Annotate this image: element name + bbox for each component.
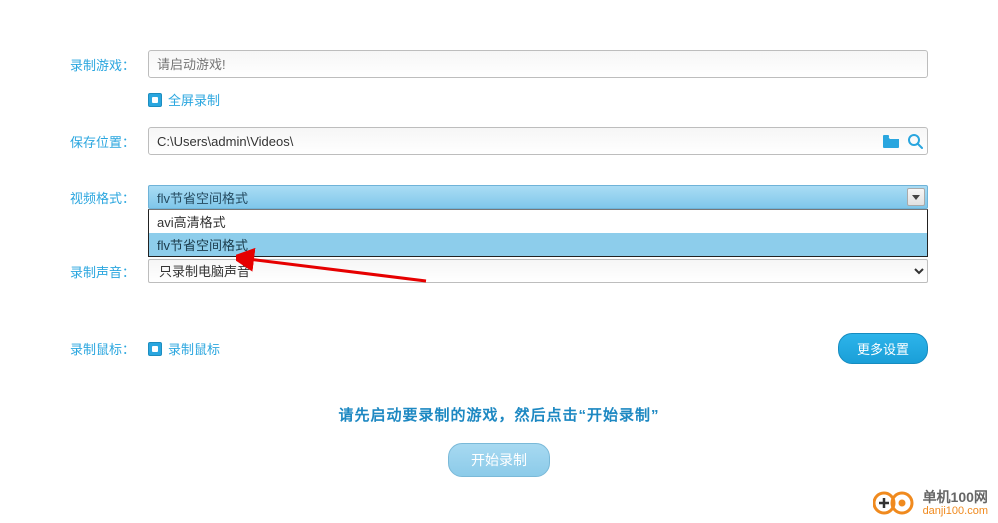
video-format-select[interactable]: flv节省空间格式 xyxy=(148,185,928,209)
watermark: 单机100网 danji100.com xyxy=(873,490,988,517)
fullscreen-label: 全屏录制 xyxy=(168,90,220,109)
label-record-game: 录制游戏： xyxy=(70,55,148,74)
save-path-input[interactable] xyxy=(149,128,879,154)
chevron-down-icon[interactable] xyxy=(907,188,925,206)
label-record-mouse: 录制鼠标： xyxy=(70,339,148,358)
video-format-selected: flv节省空间格式 xyxy=(157,188,248,207)
more-settings-button[interactable]: 更多设置 xyxy=(838,333,928,364)
video-format-dropdown: avi高清格式 flv节省空间格式 xyxy=(148,209,928,257)
label-save-location: 保存位置： xyxy=(70,132,148,151)
label-video-format: 视频格式： xyxy=(70,188,148,207)
video-format-option-avi[interactable]: avi高清格式 xyxy=(149,210,927,233)
mouse-checkbox[interactable] xyxy=(148,342,162,356)
folder-icon[interactable] xyxy=(879,128,903,154)
watermark-url: danji100.com xyxy=(923,505,988,517)
label-record-audio: 录制声音： xyxy=(70,262,148,281)
watermark-title: 单机100网 xyxy=(923,490,988,505)
mouse-label: 录制鼠标 xyxy=(168,339,220,358)
search-icon[interactable] xyxy=(903,128,927,154)
audio-select[interactable]: 只录制电脑声音 xyxy=(148,259,928,283)
watermark-logo-icon xyxy=(873,490,915,516)
video-format-option-flv[interactable]: flv节省空间格式 xyxy=(149,233,927,256)
prompt-text: 请先启动要录制的游戏，然后点击“开始录制” xyxy=(70,404,928,425)
fullscreen-checkbox[interactable] xyxy=(148,93,162,107)
start-record-button[interactable]: 开始录制 xyxy=(448,443,550,477)
game-input[interactable] xyxy=(148,50,928,78)
